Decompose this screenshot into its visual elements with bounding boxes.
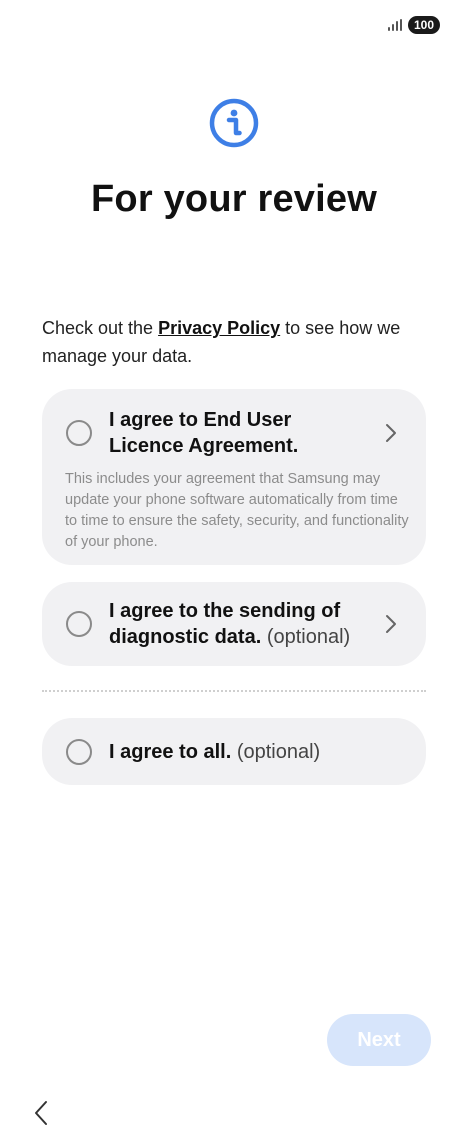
diagnostic-radio[interactable] [66, 611, 92, 637]
diagnostic-title: I agree to the sending of diagnostic dat… [109, 600, 351, 648]
agree-all-radio[interactable] [66, 739, 92, 765]
eula-consent-card[interactable]: I agree to End User Licence Agreement. T… [42, 389, 426, 565]
divider [42, 690, 426, 692]
privacy-policy-link[interactable]: Privacy Policy [158, 318, 280, 338]
review-screen: 100 For your review Check out the Privac… [0, 0, 468, 1144]
next-button[interactable]: Next [327, 1014, 431, 1066]
chevron-right-icon[interactable] [382, 422, 400, 444]
info-icon [209, 98, 259, 148]
eula-description: This includes your agreement that Samsun… [65, 471, 409, 550]
optional-label: (optional) [236, 741, 321, 763]
chevron-right-icon[interactable] [382, 613, 400, 635]
status-bar: 100 [387, 16, 440, 34]
optional-label: (optional) [266, 626, 351, 648]
chevron-left-icon [35, 1101, 47, 1125]
eula-radio[interactable] [66, 420, 92, 446]
agree-all-title: I agree to all. (optional) [109, 741, 321, 763]
privacy-policy-text: Check out the Privacy Policy to see how … [42, 318, 401, 366]
eula-title: I agree to End User Licence Agreement. [109, 409, 299, 457]
signal-icon [387, 19, 402, 31]
battery-indicator: 100 [407, 16, 440, 34]
page-title: For your review [91, 178, 377, 220]
diagnostic-consent-card[interactable]: I agree to the sending of diagnostic dat… [42, 582, 426, 666]
back-button[interactable] [30, 1098, 54, 1128]
agree-all-card[interactable]: I agree to all. (optional) [42, 718, 426, 785]
